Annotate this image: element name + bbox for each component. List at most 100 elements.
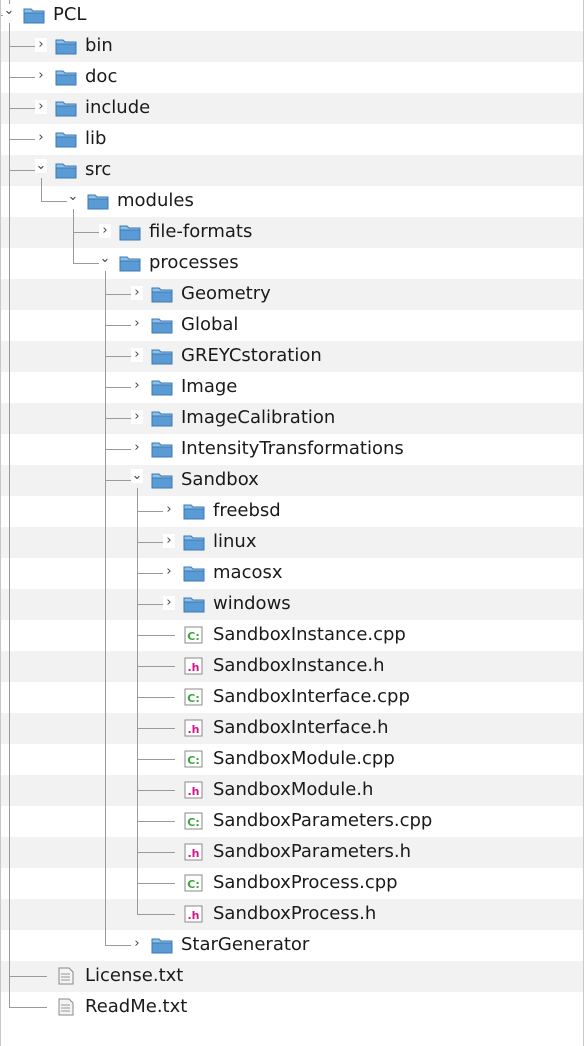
tree-row[interactable]: [1, 558, 583, 589]
cpp-file-icon: C:: [183, 750, 205, 768]
folder-icon: [119, 223, 141, 241]
expanded-chevron-icon[interactable]: ⌄: [35, 159, 47, 173]
folder-label: include: [85, 97, 151, 118]
file-label: SandboxModule.h: [213, 779, 374, 800]
collapsed-chevron-icon[interactable]: ›: [131, 379, 143, 393]
tree-branch-line: [137, 759, 175, 760]
folder-icon: [55, 99, 77, 117]
cpp-file-icon: C:: [183, 812, 205, 830]
tree-guide-line: [105, 271, 106, 945]
collapsed-chevron-icon[interactable]: ›: [131, 410, 143, 424]
folder-icon: [183, 533, 205, 551]
folder-icon: [151, 440, 173, 458]
tree-row[interactable]: [1, 465, 583, 496]
header-file-icon: .h: [183, 719, 205, 737]
tree-row[interactable]: [1, 372, 583, 403]
folder-icon: [151, 471, 173, 489]
tree-row[interactable]: [1, 589, 583, 620]
folder-label: file-formats: [149, 221, 253, 242]
tree-row[interactable]: [1, 0, 583, 31]
cpp-file-icon: C:: [183, 874, 205, 892]
collapsed-chevron-icon[interactable]: ›: [163, 565, 175, 579]
collapsed-chevron-icon[interactable]: ›: [163, 534, 175, 548]
tree-branch-line: [137, 635, 175, 636]
folder-label: Image: [181, 376, 238, 397]
tree-branch-line: [9, 976, 47, 977]
folder-icon: [55, 130, 77, 148]
file-label: SandboxModule.cpp: [213, 748, 395, 769]
tree-guide-line: [41, 178, 42, 201]
tree-branch-line: [137, 666, 175, 667]
header-file-icon: .h: [183, 657, 205, 675]
tree-branch-line: [137, 697, 175, 698]
folder-label: StarGenerator: [181, 934, 310, 955]
file-label: SandboxInterface.cpp: [213, 686, 410, 707]
tree-row[interactable]: [1, 310, 583, 341]
folder-icon: [55, 37, 77, 55]
tree-branch-line: [9, 1007, 47, 1008]
folder-icon: [151, 378, 173, 396]
folder-label: Geometry: [181, 283, 271, 304]
folder-icon: [87, 192, 109, 210]
tree-branch-line: [137, 883, 175, 884]
collapsed-chevron-icon[interactable]: ›: [131, 286, 143, 300]
folder-icon: [55, 68, 77, 86]
expanded-chevron-icon[interactable]: ⌄: [3, 4, 15, 18]
folder-label: Global: [181, 314, 239, 335]
file-label: License.txt: [85, 965, 184, 986]
svg-text:.h: .h: [187, 909, 199, 922]
file-label: SandboxProcess.h: [213, 903, 377, 924]
tree-row[interactable]: [1, 279, 583, 310]
folder-label: PCL: [53, 4, 87, 25]
tree-branch-line: [137, 728, 175, 729]
tree-branch-line: [137, 852, 175, 853]
collapsed-chevron-icon[interactable]: ›: [163, 596, 175, 610]
tree-branch-line: [137, 821, 175, 822]
tree-guide-line: [73, 209, 74, 263]
tree-row[interactable]: [1, 496, 583, 527]
file-label: SandboxInterface.h: [213, 717, 389, 738]
collapsed-chevron-icon[interactable]: ›: [35, 69, 47, 83]
folder-label: modules: [117, 190, 194, 211]
header-file-icon: .h: [183, 781, 205, 799]
text-file-icon: [55, 998, 77, 1016]
tree-guide-line: [137, 488, 138, 914]
folder-label: GREYCstoration: [181, 345, 322, 366]
folder-label: windows: [213, 593, 291, 614]
expanded-chevron-icon[interactable]: ⌄: [99, 252, 111, 266]
header-file-icon: .h: [183, 905, 205, 923]
file-label: SandboxInstance.cpp: [213, 624, 406, 645]
folder-icon: [183, 595, 205, 613]
svg-text:C:: C:: [187, 692, 199, 705]
collapsed-chevron-icon[interactable]: ›: [131, 317, 143, 331]
collapsed-chevron-icon[interactable]: ›: [131, 937, 143, 951]
collapsed-chevron-icon[interactable]: ›: [131, 441, 143, 455]
svg-text:.h: .h: [187, 847, 199, 860]
file-label: SandboxParameters.h: [213, 841, 411, 862]
folder-icon: [151, 347, 173, 365]
file-tree[interactable]: ⌄ PCL › bin › doc › include › lib ⌄ src ⌄ modules › fil…: [0, 0, 584, 1046]
tree-branch-line: [137, 790, 175, 791]
file-label: SandboxParameters.cpp: [213, 810, 433, 831]
folder-label: IntensityTransformations: [181, 438, 404, 459]
expanded-chevron-icon[interactable]: ⌄: [67, 190, 79, 204]
svg-text:.h: .h: [187, 785, 199, 798]
collapsed-chevron-icon[interactable]: ›: [163, 503, 175, 517]
svg-text:.h: .h: [187, 723, 199, 736]
svg-text:C:: C:: [187, 754, 199, 767]
collapsed-chevron-icon[interactable]: ›: [35, 131, 47, 145]
folder-label: freebsd: [213, 500, 281, 521]
header-file-icon: .h: [183, 843, 205, 861]
collapsed-chevron-icon[interactable]: ›: [99, 224, 111, 238]
tree-row[interactable]: [1, 527, 583, 558]
folder-label: lib: [85, 128, 107, 149]
expanded-chevron-icon[interactable]: ⌄: [131, 469, 143, 483]
collapsed-chevron-icon[interactable]: ›: [35, 38, 47, 52]
folder-label: Sandbox: [181, 469, 259, 490]
collapsed-chevron-icon[interactable]: ›: [131, 348, 143, 362]
folder-label: ImageCalibration: [181, 407, 336, 428]
folder-label: src: [85, 159, 112, 180]
file-label: SandboxInstance.h: [213, 655, 385, 676]
svg-text:.h: .h: [187, 661, 199, 674]
collapsed-chevron-icon[interactable]: ›: [35, 100, 47, 114]
